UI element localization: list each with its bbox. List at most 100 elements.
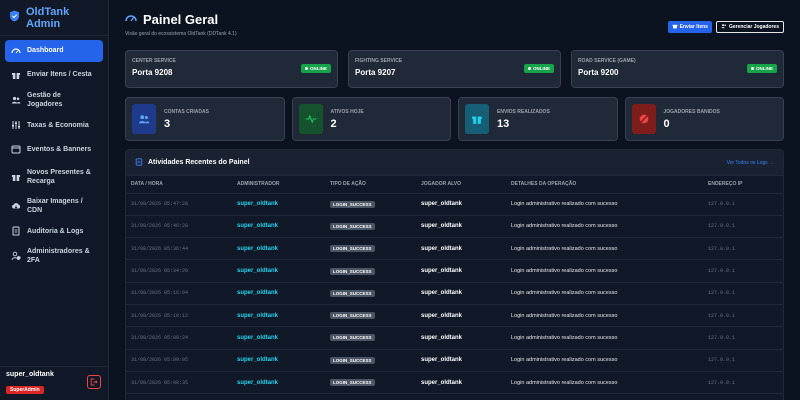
log-details: Login administrativo realizado com suces… [506,237,703,261]
log-date: 31/08/2026 05:16:04 [126,282,232,305]
sliders-icon [11,120,21,130]
log-player[interactable]: super_oldtank [416,259,506,283]
log-admin[interactable]: super_oldtank [232,282,325,305]
log-admin[interactable]: super_oldtank [232,259,325,283]
action-badge: LOGIN_SUCCESS [330,200,375,208]
log-ip: 127.0.0.1 [703,326,783,350]
log-date: 31/08/2026 05:09:05 [126,349,232,372]
log-player[interactable]: super_oldtank [416,237,506,261]
log-player[interactable]: super_oldtank [416,215,506,239]
user-shield-icon [11,251,21,261]
sidebar-item-label: Auditoria & Logs [27,227,84,235]
action-badge: LOGIN_SUCCESS [330,356,375,364]
table-row[interactable]: 31/08/2026 05:36:44 super_oldtank LOGIN_SU… [126,237,783,261]
stat-label: ATIVOS HOJE [330,108,364,115]
table-row[interactable]: 31/08/2026 05:10:12 super_oldtank LOGIN_SU… [126,304,783,328]
gift-icon [11,70,21,80]
manage-players-label: Gerenciar Jogadores [728,24,779,30]
log-details: Login administrativo realizado com suces… [506,349,703,372]
log-player[interactable]: super_oldtank [416,304,506,328]
stat-card-active: ATIVOS HOJE 2 [291,97,451,141]
sidebar-item-gifts-recharge[interactable]: Novos Presentes & Recarga [5,162,103,192]
sidebar-item-players[interactable]: Gestão de Jogadores [5,88,103,112]
log-date: 31/08/2026 05:09:24 [126,326,232,350]
recent-activity-panel: Atividades Recentes do Painel Ver Todos … [125,149,784,400]
table-row[interactable]: 31/08/2026 05:09:05 super_oldtank LOGIN_SU… [126,349,783,372]
status-badge: ONLINE [300,64,331,73]
log-admin[interactable]: super_oldtank [232,349,325,372]
log-player[interactable]: super_oldtank [416,326,506,350]
log-admin[interactable]: super_oldtank [232,326,325,350]
service-card-fighting: FIGHTING SERVICE Porta 9207 ONLINE [348,50,561,88]
table-row[interactable]: 31/08/2026 05:09:24 super_oldtank LOGIN_SU… [126,326,783,350]
view-all-logs-link[interactable]: Ver Todos os Logs → [727,160,774,166]
table-row[interactable]: 31/08/2026 05:46:28 super_oldtank LOGIN_SU… [126,215,783,239]
table-row[interactable]: 31/08/2026 05:34:20 super_oldtank LOGIN_SU… [126,259,783,283]
dashboard-icon [11,46,21,56]
stat-label: ENVIOS REALIZADOS [497,108,550,115]
sidebar-item-events[interactable]: Eventos & Banners [5,138,103,160]
logout-button[interactable] [87,375,101,389]
column-header[interactable]: ADMINISTRADOR [232,176,325,194]
activity-table-body: 31/08/2026 05:47:28 super_oldtank LOGIN_SU… [126,193,783,395]
log-admin[interactable]: super_oldtank [232,237,325,261]
ban-icon [631,104,656,134]
sidebar: OldTank Admin Dashboard Enviar Itens / C… [0,0,109,400]
table-row[interactable]: 31/08/2026 05:16:04 super_oldtank LOGIN_SU… [126,282,783,305]
service-card-road: ROAD SERVICE (GAME) Porta 9200 ONLINE [571,50,784,88]
log-action-cell: LOGIN_SUCCESS [325,326,416,350]
sidebar-item-audit[interactable]: Auditoria & Logs [5,220,103,242]
column-header[interactable]: DATA / HORA [126,176,232,194]
log-ip: 127.0.0.1 [703,282,783,305]
sidebar-item-label: Taxas & Economia [27,121,89,129]
log-player[interactable]: super_oldtank [416,349,506,372]
table-row[interactable]: 31/08/2026 05:08:35 super_oldtank LOGIN_SU… [126,371,783,395]
table-row[interactable]: 31/08/2026 05:47:28 super_oldtank LOGIN_SU… [126,193,783,216]
activity-table: DATA / HORA ADMINISTRADOR TIPO DE AÇÃO J… [126,176,783,395]
column-header[interactable]: DETALHES DA OPERAÇÃO [506,176,703,194]
log-action-cell: LOGIN_SUCCESS [325,282,416,305]
users-icon [132,104,156,134]
action-badge: LOGIN_SUCCESS [330,245,375,253]
sidebar-item-send-items[interactable]: Enviar Itens / Cesta [5,64,103,86]
log-player[interactable]: super_oldtank [416,282,506,305]
log-admin[interactable]: super_oldtank [232,371,325,395]
column-header[interactable]: JOGADOR ALVO [416,176,506,194]
sidebar-item-label: Eventos & Banners [27,145,92,153]
sidebar-item-admins[interactable]: Administradores & 2FA [5,244,103,268]
sidebar-item-label: Baixar Imagens / CDN [27,198,83,215]
log-admin[interactable]: super_oldtank [232,304,325,328]
log-admin[interactable]: super_oldtank [232,215,325,239]
panel-title: Atividades Recentes do Painel [148,159,250,166]
log-player[interactable]: super_oldtank [416,371,506,395]
sidebar-item-label: Novos Presentes & Recarga [27,169,91,186]
log-player[interactable]: super_oldtank [416,193,506,216]
sidebar-nav: Dashboard Enviar Itens / Cesta Gestão de… [0,36,108,273]
log-ip: 127.0.0.1 [703,215,783,239]
send-items-button[interactable]: Enviar Itens [667,21,712,33]
log-ip: 127.0.0.1 [703,237,783,261]
action-badge: LOGIN_SUCCESS [330,379,375,387]
column-header[interactable]: TIPO DE AÇÃO [325,176,416,194]
status-dot-icon [750,67,754,70]
log-action-cell: LOGIN_SUCCESS [325,304,416,328]
column-header[interactable]: ENDEREÇO IP [703,176,783,194]
log-action-cell: LOGIN_SUCCESS [325,215,416,239]
status-dot-icon [527,67,531,70]
users-icon [11,95,21,105]
cloud-download-icon [11,201,21,211]
sidebar-item-cdn[interactable]: Baixar Imagens / CDN [5,194,103,218]
page-title: Painel Geral [143,11,219,27]
gift-icon [672,23,678,31]
log-ip: 127.0.0.1 [703,304,783,328]
sidebar-item-economy[interactable]: Taxas & Economia [5,114,103,136]
manage-players-button[interactable]: Gerenciar Jogadores [715,21,784,33]
calendar-icon [11,144,21,154]
stat-card-shipments: ENVIOS REALIZADOS 13 [458,97,618,141]
log-date: 31/08/2026 05:10:12 [126,304,232,328]
brand[interactable]: OldTank Admin [0,0,108,36]
stat-value: 13 [497,117,510,130]
sidebar-item-dashboard[interactable]: Dashboard [5,40,103,62]
sidebar-item-label: Enviar Itens / Cesta [27,71,92,79]
log-admin[interactable]: super_oldtank [232,193,325,216]
